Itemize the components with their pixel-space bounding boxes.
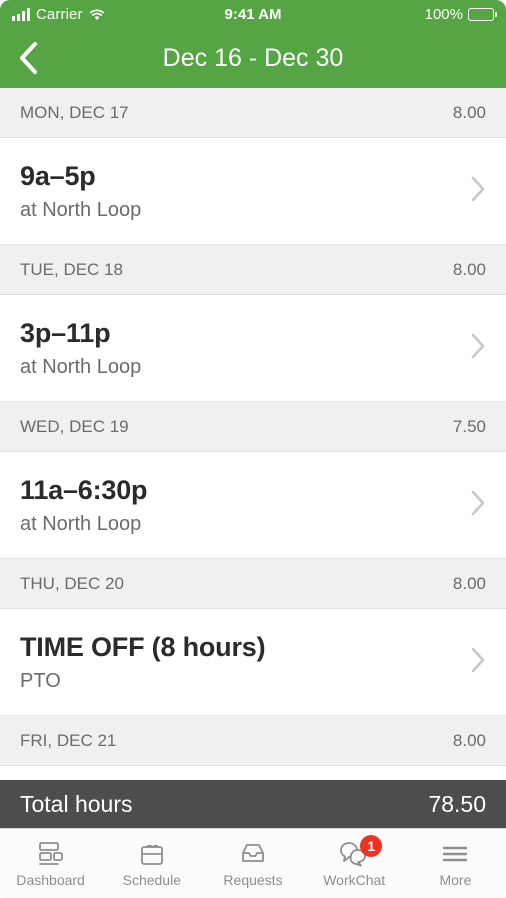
chevron-right-icon <box>470 646 486 679</box>
day-header: TUE, DEC 18 8.00 <box>0 245 506 295</box>
dashboard-icon <box>36 839 66 869</box>
day-hours-value: 8.00 <box>452 259 486 279</box>
back-button[interactable] <box>0 28 56 88</box>
total-hours-bar: Total hours 78.50 <box>0 780 506 828</box>
status-bar-clock: 9:41 AM <box>224 5 282 23</box>
shift-text: 3p–11p at North Loop <box>20 318 460 377</box>
tab-label: Dashboard <box>16 872 85 888</box>
tab-requests[interactable]: Requests <box>202 829 303 898</box>
day-hours-value: 8.00 <box>452 102 486 122</box>
tab-label: Schedule <box>122 872 181 888</box>
shift-row[interactable]: 3p–11p at North Loop <box>0 295 506 402</box>
shift-text: 9a–5p at North Loop <box>20 161 460 220</box>
tab-label: WorkChat <box>323 872 386 888</box>
day-date-label: FRI, DEC 21 <box>20 730 117 750</box>
day-hours-value: 8.00 <box>452 730 486 750</box>
chevron-left-icon <box>20 42 37 74</box>
day-header: MON, DEC 17 8.00 <box>0 88 506 138</box>
day-header: FRI, DEC 21 8.00 <box>0 716 506 766</box>
shift-location: at North Loop <box>20 198 142 221</box>
day-header: WED, DEC 19 7.50 <box>0 402 506 452</box>
day-date-label: THU, DEC 20 <box>20 573 124 593</box>
day-date-label: TUE, DEC 18 <box>20 259 123 279</box>
time-off-type: PTO <box>20 669 61 692</box>
shift-row[interactable]: 11a–6:30p at North Loop <box>0 452 506 559</box>
tab-workchat[interactable]: 1 WorkChat <box>304 829 405 898</box>
shift-title: 3p–11p <box>20 318 111 349</box>
shift-location: at North Loop <box>20 512 142 535</box>
shift-title: 9a–5p <box>20 161 96 192</box>
battery-full-icon <box>468 7 497 21</box>
total-hours-value: 78.50 <box>428 790 486 817</box>
chat-bubbles-icon: 1 <box>338 835 383 869</box>
workchat-badge: 1 <box>360 835 383 857</box>
calendar-icon <box>138 839 166 869</box>
nav-bar: Dec 16 - Dec 30 <box>0 28 506 88</box>
day-header: THU, DEC 20 8.00 <box>0 559 506 609</box>
tab-bar: Dashboard Schedule Requests 1 WorkChat M… <box>0 828 506 898</box>
day-hours-value: 7.50 <box>452 416 486 436</box>
hamburger-menu-icon <box>441 839 469 869</box>
day-hours-value: 8.00 <box>452 573 486 593</box>
chevron-right-icon <box>470 489 486 522</box>
shift-text: TIME OFF (8 hours) PTO <box>20 632 460 691</box>
page-title: Dec 16 - Dec 30 <box>162 43 344 72</box>
tab-dashboard[interactable]: Dashboard <box>0 829 101 898</box>
shift-location: at North Loop <box>20 355 142 378</box>
status-bar: Carrier 9:41 AM 100% <box>0 0 506 28</box>
schedule-list: MON, DEC 17 8.00 9a–5p at North Loop TUE… <box>0 88 506 780</box>
shift-title: 11a–6:30p <box>20 475 148 506</box>
day-date-label: MON, DEC 17 <box>20 102 129 122</box>
tab-schedule[interactable]: Schedule <box>101 829 202 898</box>
inbox-tray-icon <box>239 839 267 869</box>
shift-title: TIME OFF (8 hours) <box>20 632 266 663</box>
shift-row[interactable]: 9a–5p at North Loop <box>0 138 506 245</box>
shift-text: 11a–6:30p at North Loop <box>20 475 460 534</box>
tab-more[interactable]: More <box>405 829 506 898</box>
time-off-row[interactable]: TIME OFF (8 hours) PTO <box>0 609 506 716</box>
total-hours-label: Total hours <box>20 790 133 817</box>
tab-label: More <box>439 872 472 888</box>
chevron-right-icon <box>470 332 486 365</box>
chevron-right-icon <box>470 175 486 208</box>
day-date-label: WED, DEC 19 <box>20 416 129 436</box>
tab-label: Requests <box>223 872 283 888</box>
app-screen: Carrier 9:41 AM 100% Dec 16 - Dec 30 MON… <box>0 0 506 898</box>
